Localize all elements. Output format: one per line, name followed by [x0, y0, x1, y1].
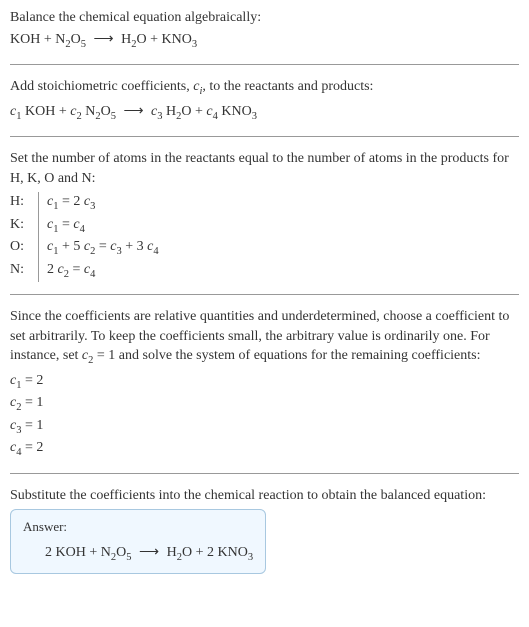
product-1: H2O — [121, 32, 147, 47]
product-2: 2 KNO3 — [207, 545, 253, 560]
coefficient-solutions: c1 = 2 c2 = 1 c3 = 1 c4 = 2 — [10, 371, 519, 461]
reactant-1: KOH — [10, 32, 40, 47]
atom-label: O: — [10, 237, 38, 257]
arrow-icon: ⟶ — [139, 545, 159, 560]
answer-box: Answer: 2 KOH + N2O5 ⟶ H2O + 2 KNO3 — [10, 509, 266, 574]
divider — [10, 294, 519, 295]
divider — [10, 136, 519, 137]
coeff-c2: c2 = 1 — [10, 393, 519, 415]
atom-label: N: — [10, 260, 38, 280]
divider — [10, 64, 519, 65]
coeff-c4: c4 = 2 — [10, 438, 519, 460]
atom-equation: c1 = 2 c3 — [38, 192, 95, 214]
section-solve: Since the coefficients are relative quan… — [10, 307, 519, 461]
section-atom-balance: Set the number of atoms in the reactants… — [10, 149, 519, 282]
atom-row-N: N: 2 c2 = c4 — [10, 260, 519, 282]
section-stoichiometric: Add stoichiometric coefficients, ci, to … — [10, 77, 519, 124]
reactant-2: N2O5 — [101, 545, 132, 560]
divider — [10, 473, 519, 474]
answer-label: Answer: — [23, 518, 253, 536]
atom-row-H: H: c1 = 2 c3 — [10, 192, 519, 214]
problem-intro: Balance the chemical equation algebraica… — [10, 8, 519, 28]
atom-row-O: O: c1 + 5 c2 = c3 + 3 c4 — [10, 237, 519, 259]
answer-intro: Substitute the coefficients into the che… — [10, 486, 519, 506]
unbalanced-equation: KOH + N2O5 ⟶ H2O + KNO3 — [10, 30, 519, 52]
section-answer: Substitute the coefficients into the che… — [10, 486, 519, 574]
coeff-c1: c1 = 2 — [10, 371, 519, 393]
atom-equations-table: H: c1 = 2 c3 K: c1 = c4 O: c1 + 5 c2 = c… — [10, 192, 519, 282]
atom-equation: 2 c2 = c4 — [38, 260, 95, 282]
coeff-equation: c1 KOH + c2 N2O5 ⟶ c3 H2O + c4 KNO3 — [10, 102, 519, 124]
plus: + — [147, 32, 162, 47]
coeff-c3: c3 = 1 — [10, 416, 519, 438]
section-problem: Balance the chemical equation algebraica… — [10, 8, 519, 52]
atom-label: H: — [10, 192, 38, 212]
atom-balance-intro: Set the number of atoms in the reactants… — [10, 149, 519, 188]
atom-label: K: — [10, 215, 38, 235]
plus: + — [40, 32, 55, 47]
atom-row-K: K: c1 = c4 — [10, 215, 519, 237]
arrow-icon: ⟶ — [94, 32, 114, 47]
product-1: H2O — [167, 545, 193, 560]
arrow-icon: ⟶ — [123, 104, 143, 119]
atom-equation: c1 = c4 — [38, 215, 85, 237]
balanced-equation: 2 KOH + N2O5 ⟶ H2O + 2 KNO3 — [23, 543, 253, 565]
solve-intro: Since the coefficients are relative quan… — [10, 307, 519, 369]
atom-equation: c1 + 5 c2 = c3 + 3 c4 — [38, 237, 159, 259]
stoich-intro: Add stoichiometric coefficients, ci, to … — [10, 77, 519, 99]
reactant-1: 2 KOH — [45, 545, 86, 560]
product-2: KNO3 — [161, 32, 197, 47]
reactant-2: N2O5 — [55, 32, 86, 47]
